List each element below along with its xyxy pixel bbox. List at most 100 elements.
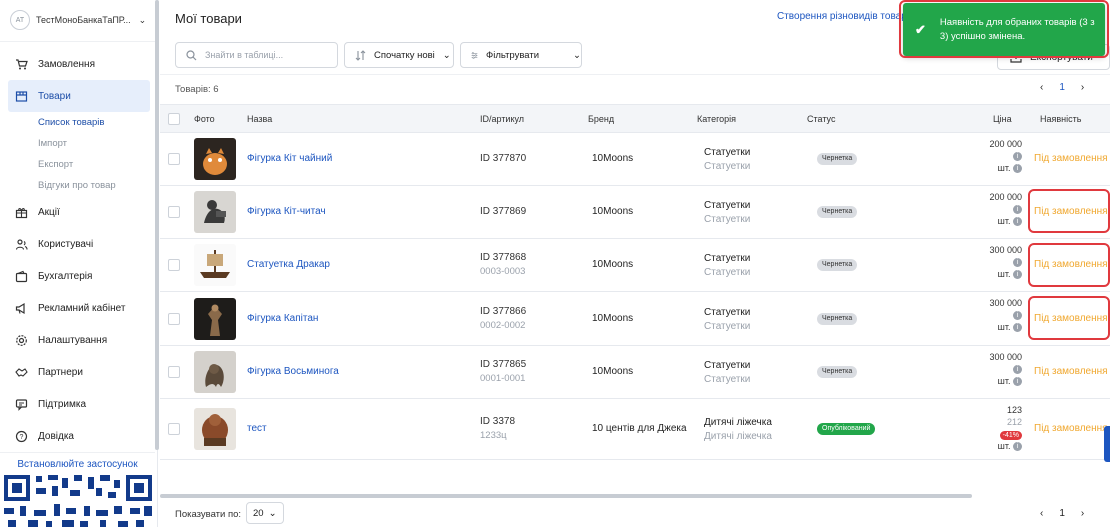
category-text: Дитячі ліжечка xyxy=(704,417,772,428)
product-name-link[interactable]: Фігурка Кіт чайний xyxy=(247,153,332,164)
table-row[interactable]: Фігурка Капітан ID 377866 0002-0002 10Moo… xyxy=(160,292,1110,346)
product-sku: 0003-0003 xyxy=(480,266,526,277)
product-name-link[interactable]: тест xyxy=(247,423,267,434)
status-badge: Чернетка xyxy=(817,366,858,378)
current-page[interactable]: 1 xyxy=(1059,82,1065,93)
create-variants-link[interactable]: Створення різновидів товару xyxy=(777,11,912,22)
sort-label: Спочатку нові xyxy=(374,49,435,61)
filter-dropdown[interactable]: Фільтрувати ⌄ xyxy=(460,42,582,68)
col-brand[interactable]: Бренд xyxy=(588,114,614,124)
search-input[interactable] xyxy=(205,50,325,60)
row-checkbox[interactable] xyxy=(168,313,180,325)
info-icon[interactable]: i xyxy=(1013,152,1022,162)
sidebar-nav: Замовлення Товари Список товарів Імпорт … xyxy=(8,48,150,452)
info-icon[interactable]: i xyxy=(1013,270,1022,280)
side-widget-tab[interactable] xyxy=(1104,426,1110,462)
prev-page-icon[interactable]: ‹ xyxy=(1040,508,1043,519)
current-page[interactable]: 1 xyxy=(1059,508,1065,519)
info-icon[interactable]: i xyxy=(1013,365,1022,375)
col-status[interactable]: Статус xyxy=(807,114,835,124)
sidebar-item-promotions[interactable]: Акції xyxy=(8,196,150,228)
table-row[interactable]: Фігурка Кіт-читач ID 377869 10Moons Стат… xyxy=(160,186,1110,239)
search-icon xyxy=(186,49,197,60)
install-app-link[interactable]: Встановлюйте застосунок xyxy=(0,452,155,470)
sidebar-item-users[interactable]: Користувачі xyxy=(8,228,150,260)
subnav-item-import[interactable]: Імпорт xyxy=(38,133,150,154)
sidebar-item-support[interactable]: Підтримка xyxy=(8,388,150,420)
product-id-text: ID 3378 xyxy=(480,416,516,427)
row-checkbox[interactable] xyxy=(168,206,180,218)
table-row[interactable]: Статуетка Дракар ID 377868 0003-0003 10Mo… xyxy=(160,239,1110,292)
show-by-label: Показувати по: xyxy=(175,509,242,520)
row-checkbox[interactable] xyxy=(168,259,180,271)
info-icon[interactable]: i xyxy=(1013,377,1022,387)
product-id-text: ID 377869 xyxy=(480,206,527,217)
col-price[interactable]: Ціна xyxy=(993,114,1012,124)
row-checkbox[interactable] xyxy=(168,366,180,378)
horizontal-scrollbar[interactable] xyxy=(160,494,972,498)
subnav-item-list[interactable]: Список товарів xyxy=(38,112,150,133)
unit-label: шт. xyxy=(997,322,1011,332)
info-icon[interactable]: i xyxy=(1013,205,1022,215)
product-id-text: ID 377868 xyxy=(480,252,527,263)
row-checkbox[interactable] xyxy=(168,153,180,165)
availability-link[interactable]: Під замовлення xyxy=(1034,153,1108,164)
users-icon xyxy=(14,237,28,251)
info-icon[interactable]: i xyxy=(1013,442,1022,452)
info-icon[interactable]: i xyxy=(1013,164,1022,174)
per-page-select[interactable]: 20 ⌄ xyxy=(246,502,284,524)
col-id[interactable]: ID/артикул xyxy=(480,114,524,124)
col-category[interactable]: Категорія xyxy=(697,114,736,124)
sort-dropdown[interactable]: Спочатку нові ⌄ xyxy=(344,42,454,68)
search-box[interactable] xyxy=(175,42,338,68)
product-brand: 10Moons xyxy=(592,313,634,324)
info-icon[interactable]: i xyxy=(1013,323,1022,333)
category-sub-text: Статуетки xyxy=(704,267,751,278)
product-price: 200 000 i шт. i xyxy=(989,191,1022,227)
status-badge: Чернетка xyxy=(817,153,858,165)
sidebar-item-accounting[interactable]: Бухгалтерія xyxy=(8,260,150,292)
sidebar-item-products[interactable]: Товари xyxy=(8,80,150,112)
sidebar-item-ads[interactable]: Рекламний кабінет xyxy=(8,292,150,324)
table-row[interactable]: тест ID 3378 1233ц 10 центів для Джека Ди… xyxy=(160,399,1110,460)
product-brand: 10Moons xyxy=(592,366,634,377)
col-photo: Фото xyxy=(194,114,215,124)
col-name[interactable]: Назва xyxy=(247,114,272,124)
select-all-checkbox[interactable] xyxy=(168,113,180,125)
table-row[interactable]: Фігурка Кіт чайний ID 377870 10Moons Ста… xyxy=(160,133,1110,186)
product-photo xyxy=(194,298,236,340)
account-switcher[interactable]: AT ТестМоноБанкаТаПР... ⌄ xyxy=(10,10,150,30)
product-name-link[interactable]: Фігурка Кіт-читач xyxy=(247,206,326,217)
subnav-item-reviews[interactable]: Відгуки про товар xyxy=(38,175,150,196)
unit-label: шт. xyxy=(997,269,1011,279)
sidebar-item-partners[interactable]: Партнери xyxy=(8,356,150,388)
info-icon[interactable]: i xyxy=(1013,311,1022,321)
info-icon[interactable]: i xyxy=(1013,217,1022,227)
availability-link[interactable]: Під замовлення xyxy=(1034,366,1108,377)
info-icon[interactable]: i xyxy=(1013,258,1022,268)
subnav-item-export[interactable]: Експорт xyxy=(38,154,150,175)
row-checkbox[interactable] xyxy=(168,423,180,435)
chevron-down-icon: ⌄ xyxy=(268,507,277,519)
prev-page-icon[interactable]: ‹ xyxy=(1040,82,1043,93)
sidebar-item-settings[interactable]: Налаштування xyxy=(8,324,150,356)
gear-icon xyxy=(14,333,28,347)
product-name-link[interactable]: Статуетка Дракар xyxy=(247,259,330,270)
sidebar-item-help[interactable]: ? Довідка xyxy=(8,420,150,452)
sidebar-item-label: Підтримка xyxy=(38,398,87,410)
availability-link[interactable]: Під замовлення xyxy=(1034,423,1108,434)
table-row[interactable]: Фігурка Восьминога ID 377865 0001-0001 10… xyxy=(160,346,1110,399)
sidebar-scrollbar[interactable] xyxy=(155,0,159,450)
next-page-icon[interactable]: › xyxy=(1081,508,1084,519)
product-name-link[interactable]: Фігурка Капітан xyxy=(247,313,318,324)
sidebar-item-orders[interactable]: Замовлення xyxy=(8,48,150,80)
product-sku: 0001-0001 xyxy=(480,373,526,384)
count-bar xyxy=(160,74,1110,104)
next-page-icon[interactable]: › xyxy=(1081,82,1084,93)
pagination-bottom: ‹ 1 › xyxy=(1040,508,1084,519)
handshake-icon xyxy=(14,365,28,379)
col-availability[interactable]: Наявність xyxy=(1040,114,1081,124)
category-sub-text: Статуетки xyxy=(704,214,751,225)
product-name-link[interactable]: Фігурка Восьминога xyxy=(247,366,339,377)
product-brand: 10 центів для Джека xyxy=(592,423,687,434)
